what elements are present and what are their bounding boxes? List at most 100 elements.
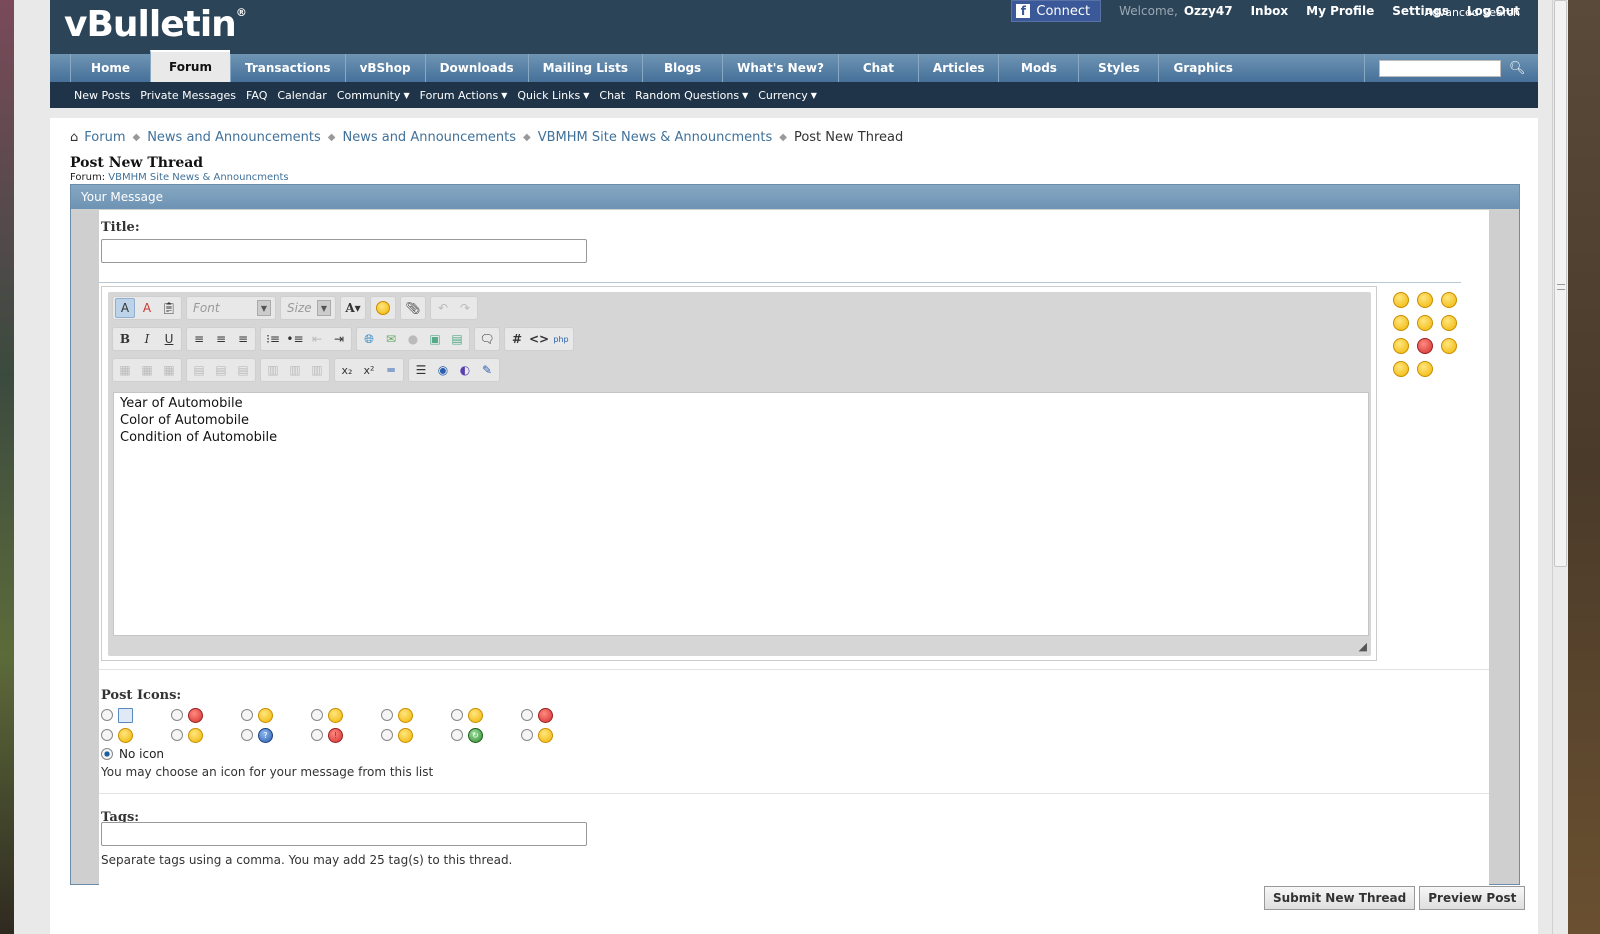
post-icon-radio[interactable] bbox=[101, 709, 113, 721]
post-icon-option[interactable] bbox=[521, 707, 591, 723]
unlink-icon[interactable]: ● bbox=[403, 329, 423, 349]
post-icon-radio[interactable] bbox=[521, 729, 533, 741]
tab-graphics[interactable]: Graphics bbox=[1158, 54, 1246, 82]
page-scrollbar[interactable] bbox=[1552, 0, 1568, 934]
scrollbar-thumb[interactable] bbox=[1554, 0, 1567, 567]
post-icon-radio[interactable] bbox=[311, 709, 323, 721]
search-icon[interactable]: 🔍︎ bbox=[1509, 61, 1526, 76]
subnav-forum-actions[interactable]: Forum Actions ▼ bbox=[420, 89, 508, 102]
subscript-icon[interactable]: x₂ bbox=[337, 360, 357, 380]
post-icon-option[interactable]: ! bbox=[311, 727, 381, 743]
post-icon-option[interactable] bbox=[381, 707, 451, 723]
search-input[interactable] bbox=[1379, 59, 1501, 77]
attachment-button[interactable]: 📎︎ bbox=[400, 296, 426, 320]
php-code-icon[interactable]: php bbox=[551, 329, 571, 349]
spoiler-icon[interactable]: ◉ bbox=[433, 360, 453, 380]
preview-post-button[interactable]: Preview Post bbox=[1419, 886, 1526, 910]
post-icon-radio[interactable] bbox=[311, 729, 323, 741]
align-right-icon[interactable]: ≡ bbox=[233, 329, 253, 349]
smilie-frown-icon[interactable] bbox=[1441, 315, 1457, 331]
underline-icon[interactable]: U bbox=[159, 329, 179, 349]
email-icon[interactable]: ✉ bbox=[381, 329, 401, 349]
post-icon-radio[interactable] bbox=[171, 729, 183, 741]
tab-what-s-new[interactable]: What's New? bbox=[722, 54, 838, 82]
breadcrumb-link[interactable]: News and Announcements bbox=[342, 130, 516, 145]
ordered-list-icon[interactable]: ⁝≡ bbox=[263, 329, 283, 349]
message-textarea[interactable]: Year of Automobile Color of Automobile C… bbox=[113, 392, 1369, 636]
facebook-connect-button[interactable]: f Connect bbox=[1011, 0, 1102, 22]
subnav-currency[interactable]: Currency ▼ bbox=[758, 89, 817, 102]
no-icon-radio[interactable] bbox=[101, 748, 113, 760]
post-icon-radio[interactable] bbox=[521, 709, 533, 721]
tab-articles[interactable]: Articles bbox=[917, 54, 999, 82]
table-icon[interactable]: ▦ bbox=[115, 360, 135, 380]
post-icon-option[interactable] bbox=[171, 707, 241, 723]
smilie-grin-icon[interactable] bbox=[1441, 292, 1457, 308]
tab-mailing-lists[interactable]: Mailing Lists bbox=[527, 54, 642, 82]
italic-icon[interactable]: I bbox=[137, 329, 157, 349]
link-icon[interactable]: 🌐︎ bbox=[359, 329, 379, 349]
resize-grip-icon[interactable]: ◢ bbox=[1359, 640, 1367, 653]
remove-format-icon[interactable]: A bbox=[137, 298, 157, 318]
strikethrough-icon[interactable]: ☰ bbox=[411, 360, 431, 380]
post-icon-option[interactable]: ? bbox=[241, 727, 311, 743]
align-center-icon[interactable]: ≡ bbox=[211, 329, 231, 349]
tab-mods[interactable]: Mods bbox=[998, 54, 1078, 82]
video-icon[interactable]: ▤ bbox=[447, 329, 467, 349]
smilie-tongue-icon[interactable] bbox=[1417, 315, 1433, 331]
no-icon-option[interactable]: No icon bbox=[101, 747, 164, 761]
tab-vbshop[interactable]: vBShop bbox=[344, 54, 425, 82]
post-icon-option[interactable] bbox=[381, 727, 451, 743]
smilie-wink-icon[interactable] bbox=[1393, 292, 1409, 308]
smilie-redface-icon[interactable] bbox=[1441, 338, 1457, 354]
post-icon-option[interactable] bbox=[311, 707, 381, 723]
redo-icon[interactable]: ↷ bbox=[455, 298, 475, 318]
paste-icon[interactable]: 📋︎ bbox=[159, 298, 179, 318]
post-icon-radio[interactable] bbox=[451, 729, 463, 741]
subnav-community[interactable]: Community ▼ bbox=[337, 89, 410, 102]
post-icon-radio[interactable] bbox=[241, 709, 253, 721]
subnav-chat[interactable]: Chat bbox=[599, 89, 625, 102]
indent-icon[interactable]: ⇥ bbox=[329, 329, 349, 349]
merge-row-icon[interactable]: ▤ bbox=[233, 360, 253, 380]
smilie-confused-icon[interactable] bbox=[1393, 338, 1409, 354]
html-code-icon[interactable]: <> bbox=[529, 329, 549, 349]
tags-input[interactable] bbox=[101, 822, 587, 846]
smilie-rolleyes-icon[interactable] bbox=[1417, 361, 1433, 377]
breadcrumb-link[interactable]: VBMHM Site News & Announcments bbox=[538, 130, 773, 145]
insert-row-icon[interactable]: ▤ bbox=[189, 360, 209, 380]
inbox-link[interactable]: Inbox bbox=[1251, 4, 1289, 18]
tab-downloads[interactable]: Downloads bbox=[424, 54, 528, 82]
subnav-faq[interactable]: FAQ bbox=[246, 89, 267, 102]
tab-blogs[interactable]: Blogs bbox=[642, 54, 722, 82]
post-icon-radio[interactable] bbox=[451, 709, 463, 721]
smilie-mad-icon[interactable] bbox=[1417, 338, 1433, 354]
home-icon[interactable]: ⌂ bbox=[70, 130, 78, 145]
tab-styles[interactable]: Styles bbox=[1078, 54, 1158, 82]
post-icon-radio[interactable] bbox=[241, 729, 253, 741]
undo-icon[interactable]: ↶ bbox=[433, 298, 453, 318]
post-icon-radio[interactable] bbox=[381, 729, 393, 741]
post-icon-radio[interactable] bbox=[171, 709, 183, 721]
signature-icon[interactable]: ✎ bbox=[477, 360, 497, 380]
insert-col-icon[interactable]: ▥ bbox=[263, 360, 283, 380]
size-select[interactable]: Size ▼ bbox=[280, 296, 336, 320]
bold-icon[interactable]: B bbox=[115, 329, 135, 349]
merge-col-icon[interactable]: ▥ bbox=[307, 360, 327, 380]
delete-col-icon[interactable]: ▥ bbox=[285, 360, 305, 380]
post-icon-option[interactable] bbox=[101, 707, 171, 723]
subnav-random-questions[interactable]: Random Questions ▼ bbox=[635, 89, 748, 102]
forum-name-link[interactable]: VBMHM Site News & Announcments bbox=[108, 172, 288, 183]
image-icon[interactable]: ▣ bbox=[425, 329, 445, 349]
delete-row-icon[interactable]: ▤ bbox=[211, 360, 231, 380]
wysiwyg-toggle-icon[interactable]: A bbox=[115, 298, 135, 318]
advanced-search-link[interactable]: Advanced Search bbox=[1424, 6, 1520, 19]
username-link[interactable]: Ozzy47 bbox=[1184, 4, 1233, 18]
text-color-button[interactable]: A▾ bbox=[340, 296, 366, 320]
smilie-smile-icon[interactable] bbox=[1393, 315, 1409, 331]
align-left-icon[interactable]: ≡ bbox=[189, 329, 209, 349]
post-icon-radio[interactable] bbox=[381, 709, 393, 721]
smilie-biggrin-icon[interactable] bbox=[1417, 292, 1433, 308]
tab-home[interactable]: Home bbox=[70, 54, 150, 82]
post-icon-option[interactable] bbox=[521, 727, 591, 743]
